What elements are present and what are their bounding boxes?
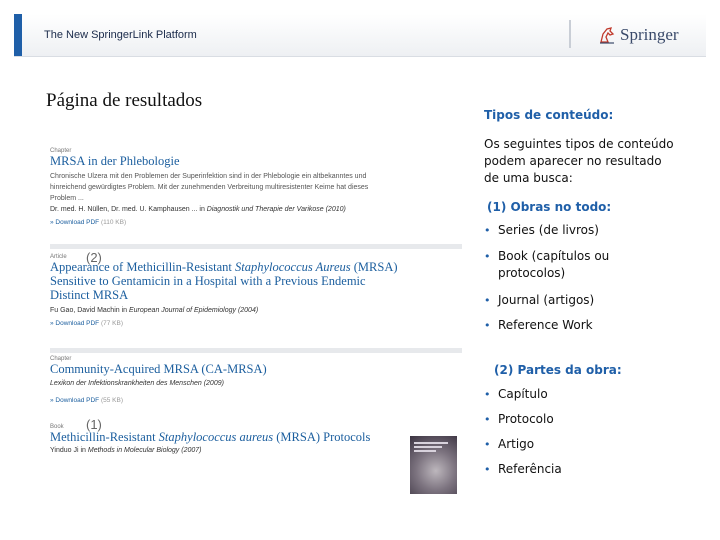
list-item: • Book (capítulos ou — [484, 248, 609, 265]
result-snippet: hinreichend gewürdigtes Problem. Mit der… — [50, 184, 369, 191]
result-authors: Yinduo Ji in — [50, 447, 88, 454]
result-title-link[interactable]: Appearance of Methicillin-Resistant Stap… — [50, 260, 462, 274]
list-item: • Capítulo — [484, 386, 548, 403]
page-title: Página de resultados — [46, 90, 203, 111]
title-part: (MRSA) Protocols — [273, 430, 371, 444]
bullet-icon: • — [484, 388, 491, 401]
cover-title-line — [414, 450, 436, 452]
header-title: The New SpringerLink Platform — [44, 29, 197, 41]
cover-title-line — [414, 442, 448, 444]
list-item-text: Reference Work — [498, 318, 593, 332]
book-cover-image[interactable] — [410, 436, 457, 494]
list-item-text: Artigo — [498, 437, 535, 451]
result-source-link[interactable]: Methods in Molecular Biology (2007) — [88, 447, 202, 454]
springer-logo-text: Springer — [620, 25, 679, 44]
list-item: • Protocolo — [484, 411, 554, 428]
bullet-icon: • — [484, 224, 491, 237]
result-item-2: Article Appearance of Methicillin-Resist… — [50, 254, 462, 329]
bullet-icon: • — [484, 319, 491, 332]
result-title-link[interactable]: MRSA in der Phlebologie — [50, 154, 462, 168]
download-pdf-link[interactable]: » Download PDF (110 KB) — [50, 217, 462, 228]
download-label: » Download PDF — [50, 397, 100, 404]
search-results-list: Chapter MRSA in der Phlebologie Chronisc… — [50, 140, 462, 500]
result-meta: Yinduo Ji in Methods in Molecular Biolog… — [50, 445, 462, 456]
list-item-text: Protocolo — [498, 412, 554, 426]
list-item: • Referência — [484, 461, 562, 478]
download-pdf-link[interactable]: » Download PDF (77 KB) — [50, 318, 462, 329]
result-source-link[interactable]: European Journal of Epidemiology (2004) — [129, 307, 258, 314]
list-item-text: protocolos) — [498, 266, 566, 280]
download-label: » Download PDF — [50, 219, 100, 226]
section-work-parts-title: (2) Partes da obra: — [494, 363, 622, 377]
springer-logo[interactable]: Springer — [598, 22, 679, 48]
title-part: (MRSA) — [350, 260, 398, 274]
springer-horse-icon — [600, 27, 615, 44]
list-item: • Journal (artigos) — [484, 292, 594, 309]
download-size: (77 KB) — [100, 320, 123, 327]
section-whole-works-title: (1) Obras no todo: — [487, 200, 612, 214]
result-title-link-line3[interactable]: Distinct MRSA — [50, 288, 462, 302]
result-snippet: Problem ... — [50, 195, 84, 202]
marker-label: (1) — [86, 417, 102, 432]
list-item-text: Series (de livros) — [498, 223, 599, 237]
result-authors: Fu Gao, David Machin in — [50, 307, 129, 314]
bullet-icon: • — [484, 463, 491, 476]
result-source-link[interactable]: Diagnostik und Therapie der Varikose (20… — [207, 206, 346, 213]
result-item-3: Chapter Community-Acquired MRSA (CA-MRSA… — [50, 356, 462, 406]
result-meta: Fu Gao, David Machin in European Journal… — [50, 305, 462, 316]
content-types-heading: Tipos de conteúdo: — [484, 108, 614, 122]
header-divider — [569, 20, 571, 48]
result-title-link[interactable]: Methicillin-Resistant Staphylococcus aur… — [50, 430, 462, 444]
marker-label: (2) — [86, 250, 102, 265]
download-size: (110 KB) — [100, 219, 127, 226]
content-types-intro: Os seguintes tipos de conteúdo podem apa… — [484, 136, 712, 187]
list-item-text: Journal (artigos) — [498, 293, 595, 307]
bullet-icon: • — [484, 294, 491, 307]
result-divider — [50, 244, 462, 249]
list-item-text: Referência — [498, 462, 562, 476]
bullet-icon: • — [484, 438, 491, 451]
list-item: • Reference Work — [484, 317, 593, 334]
list-item: • Artigo — [484, 436, 534, 453]
list-item-text: Capítulo — [498, 387, 548, 401]
bullet-icon: • — [484, 250, 491, 263]
cover-title-line — [414, 446, 442, 448]
list-item-continuation: protocolos) — [498, 265, 565, 282]
header-accent — [14, 14, 22, 56]
intro-line: Os seguintes tipos de conteúdo — [484, 137, 674, 151]
result-source-link[interactable]: Lexikon der Infektionskrankheiten des Me… — [50, 380, 224, 387]
list-item-text: Book (capítulos ou — [498, 249, 610, 263]
result-divider — [50, 348, 462, 353]
list-item: • Series (de livros) — [484, 222, 599, 239]
result-item-4: Book Methicillin-Resistant Staphylococcu… — [50, 424, 462, 456]
result-title-link[interactable]: Community-Acquired MRSA (CA-MRSA) — [50, 362, 462, 376]
result-snippet: Chronische Ulzera mit den Problemen der … — [50, 173, 367, 180]
title-part: Appearance of Methicillin-Resistant — [50, 260, 236, 274]
title-italic-part: Staphylococcus Aureus — [235, 260, 351, 274]
result-meta: Dr. med. H. Nüllen, Dr. med. U. Kamphaus… — [50, 204, 462, 215]
result-title-link-line2[interactable]: Sensitive to Gentamicin in a Hospital wi… — [50, 274, 462, 288]
title-italic-part: Staphylococcus aureus — [158, 430, 274, 444]
download-size: (55 KB) — [100, 397, 123, 404]
download-pdf-link[interactable]: » Download PDF (55 KB) — [50, 395, 462, 406]
bullet-icon: • — [484, 413, 491, 426]
result-authors: Dr. med. H. Nüllen, Dr. med. U. Kamphaus… — [50, 206, 207, 213]
intro-line: podem aparecer no resultado — [484, 154, 662, 168]
title-part: Methicillin-Resistant — [50, 430, 159, 444]
result-item-1: Chapter MRSA in der Phlebologie Chronisc… — [50, 148, 462, 228]
intro-line: de uma busca: — [484, 171, 573, 185]
download-label: » Download PDF — [50, 320, 100, 327]
result-meta: Lexikon der Infektionskrankheiten des Me… — [50, 378, 462, 389]
